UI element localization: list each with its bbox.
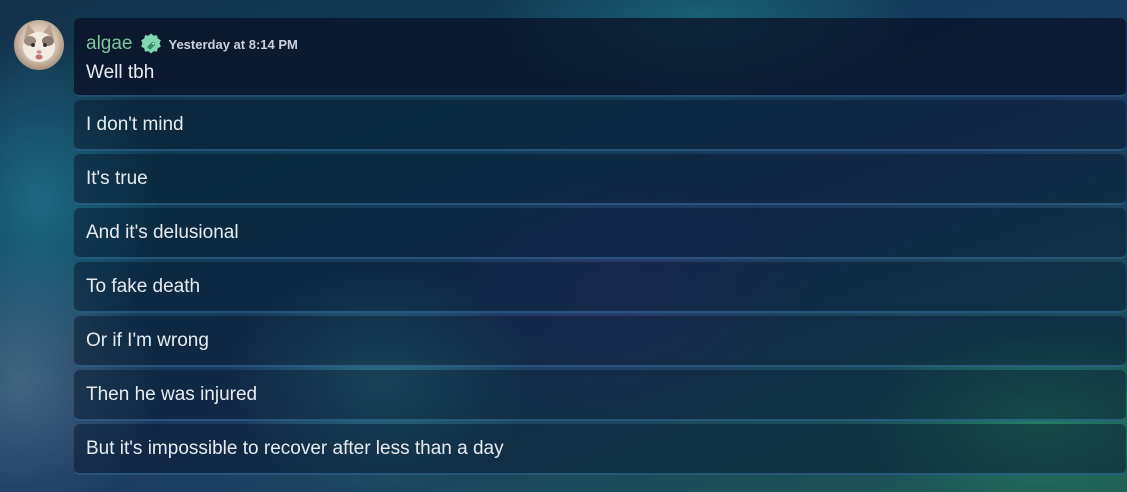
author-avatar[interactable] <box>14 20 64 70</box>
message-text: Then he was injured <box>86 383 258 405</box>
message-bubble[interactable]: It's true <box>74 154 1126 205</box>
message-bubble[interactable]: And it's delusional <box>74 208 1126 259</box>
message-text: Well tbh <box>86 62 155 83</box>
message-text: To fake death <box>86 275 201 297</box>
cat-avatar-icon <box>23 24 55 62</box>
message-bubble[interactable]: Or if I'm wrong <box>74 316 1126 367</box>
message-text: And it's delusional <box>86 221 239 243</box>
message-text: But it's impossible to recover after les… <box>86 437 504 459</box>
message-text: I don't mind <box>86 113 184 135</box>
message-bubble[interactable]: Then he was injured <box>74 370 1126 421</box>
message-bubble[interactable]: I don't mind <box>74 100 1126 151</box>
message-text: It's true <box>86 167 148 189</box>
message-group: algae Yesterday at 8:14 PM Well tbh I do… <box>74 18 1127 475</box>
message-bubble-first[interactable]: algae Yesterday at 8:14 PM Well tbh <box>74 18 1126 97</box>
message-timestamp: Yesterday at 8:14 PM <box>168 36 298 52</box>
message-header: algae Yesterday at 8:14 PM <box>86 32 1126 56</box>
message-bubble[interactable]: But it's impossible to recover after les… <box>74 424 1126 475</box>
message-text: Or if I'm wrong <box>86 329 209 351</box>
author-username[interactable]: algae <box>86 33 133 55</box>
green-tag-badge-icon[interactable] <box>139 32 163 56</box>
message-bubble[interactable]: To fake death <box>74 262 1126 313</box>
